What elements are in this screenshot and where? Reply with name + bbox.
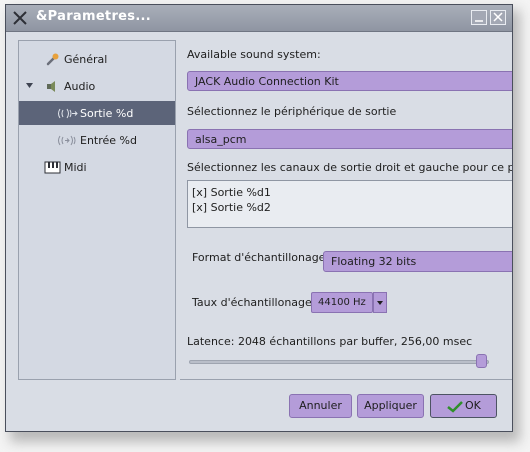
panel-divider — [180, 379, 512, 380]
tree-item-entree[interactable]: Entrée %d — [19, 128, 175, 152]
format-label: Format d'échantillonage — [192, 251, 326, 264]
tree-item-label: Entrée %d — [80, 134, 137, 147]
tree-item-label: Sortie %d — [80, 107, 134, 120]
checkmark-icon — [447, 401, 463, 413]
sound-system-value: JACK Audio Connection Kit — [195, 75, 339, 88]
sound-system-select[interactable]: JACK Audio Connection Kit — [187, 71, 512, 91]
device-select[interactable]: alsa_pcm — [187, 129, 512, 149]
apply-button[interactable]: Appliquer — [357, 394, 424, 418]
sound-in-icon — [58, 135, 76, 146]
sound-out-icon — [58, 108, 78, 119]
format-select[interactable]: Floating 32 bits — [323, 251, 512, 272]
tree-item-sortie[interactable]: Sortie %d — [19, 101, 175, 125]
minimize-icon — [475, 20, 483, 22]
settings-tree: Général Audio Sortie %d Entrée %d Midi — [18, 40, 176, 380]
latency-slider-track[interactable] — [189, 360, 489, 364]
midi-keyboard-icon — [44, 161, 61, 174]
rate-dropdown-button[interactable] — [373, 292, 387, 313]
minimize-button[interactable] — [471, 10, 487, 25]
tree-item-label: Midi — [64, 161, 87, 174]
close-button[interactable] — [490, 10, 506, 25]
sound-system-label: Available sound system: — [187, 48, 321, 61]
cancel-button[interactable]: Annuler — [289, 394, 352, 418]
window-title: &Parametres... — [36, 9, 152, 24]
audio-speaker-icon — [47, 81, 55, 92]
device-value: alsa_pcm — [195, 133, 247, 146]
latency-text: Latence: 2048 échantillons par buffer, 2… — [187, 335, 473, 348]
rate-label: Taux d'échantillonage — [192, 296, 312, 309]
app-x-icon — [13, 11, 27, 25]
rate-combobox[interactable]: 44100 Hz — [311, 292, 373, 313]
tree-item-audio[interactable]: Audio — [19, 74, 175, 98]
ok-button-label: OK — [465, 399, 481, 412]
tree-item-label: Général — [64, 53, 108, 66]
title-bar[interactable]: &Parametres... — [6, 5, 512, 32]
chevron-down-icon — [377, 301, 383, 305]
channels-list[interactable]: [x] Sortie %d1 [x] Sortie %d2 — [187, 180, 512, 228]
settings-dialog: &Parametres... Général Audio Sortie %d E… — [5, 4, 513, 432]
ok-button[interactable]: OK — [430, 394, 497, 418]
format-value: Floating 32 bits — [331, 255, 417, 268]
channels-label: Sélectionnez les canaux de sortie droit … — [187, 161, 512, 174]
tree-item-midi[interactable]: Midi — [19, 155, 175, 179]
latency-slider-thumb[interactable] — [476, 354, 487, 368]
wrench-icon — [46, 53, 59, 66]
close-icon — [493, 12, 503, 22]
audio-output-settings: Available sound system: JACK Audio Conne… — [180, 40, 512, 380]
expand-arrow-icon[interactable] — [25, 81, 34, 90]
rate-value: 44100 Hz — [318, 297, 366, 308]
channel-item[interactable]: [x] Sortie %d1 — [192, 186, 271, 199]
tree-item-label: Audio — [64, 80, 96, 93]
device-label: Sélectionnez le périphérique de sortie — [187, 105, 397, 118]
tree-item-general[interactable]: Général — [19, 47, 175, 71]
channel-item[interactable]: [x] Sortie %d2 — [192, 201, 271, 214]
